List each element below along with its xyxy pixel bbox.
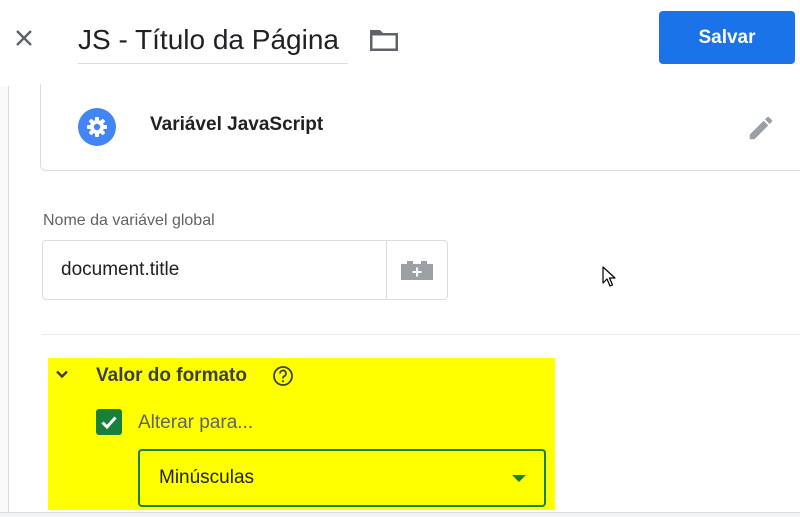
folder-icon bbox=[370, 30, 398, 51]
format-section-title: Valor do formato bbox=[96, 365, 247, 386]
folder-button[interactable] bbox=[366, 24, 402, 56]
global-variable-label: Nome da variável global bbox=[43, 212, 215, 229]
format-section-toggle[interactable] bbox=[50, 362, 74, 386]
add-variable-icon bbox=[401, 261, 433, 280]
left-rail bbox=[0, 86, 9, 517]
chevron-down-icon bbox=[56, 370, 68, 379]
check-icon bbox=[101, 416, 117, 430]
header: JS - Título da Página Salvar bbox=[0, 0, 800, 86]
section-divider bbox=[42, 334, 800, 335]
bottom-edge bbox=[0, 512, 800, 517]
container-title-input[interactable]: JS - Título da Página bbox=[78, 20, 348, 64]
pencil-icon bbox=[749, 116, 773, 140]
variable-type-card[interactable]: Variável JavaScript bbox=[40, 84, 800, 171]
case-select-value: Minúsculas bbox=[159, 467, 255, 488]
global-variable-input[interactable]: document.title bbox=[42, 240, 387, 300]
mouse-cursor-icon bbox=[602, 266, 616, 287]
dropdown-arrow-icon bbox=[512, 475, 526, 482]
edit-button[interactable] bbox=[741, 108, 781, 148]
variable-picker-button[interactable] bbox=[386, 240, 448, 300]
save-button[interactable]: Salvar bbox=[659, 11, 795, 64]
gear-icon bbox=[78, 108, 116, 146]
change-case-checkbox[interactable] bbox=[96, 409, 122, 435]
close-icon bbox=[16, 30, 32, 46]
variable-type-label: Variável JavaScript bbox=[150, 114, 324, 135]
help-icon[interactable] bbox=[272, 365, 294, 387]
change-case-label: Alterar para... bbox=[138, 412, 254, 433]
close-button[interactable] bbox=[8, 22, 40, 54]
case-select[interactable]: Minúsculas bbox=[138, 449, 546, 507]
